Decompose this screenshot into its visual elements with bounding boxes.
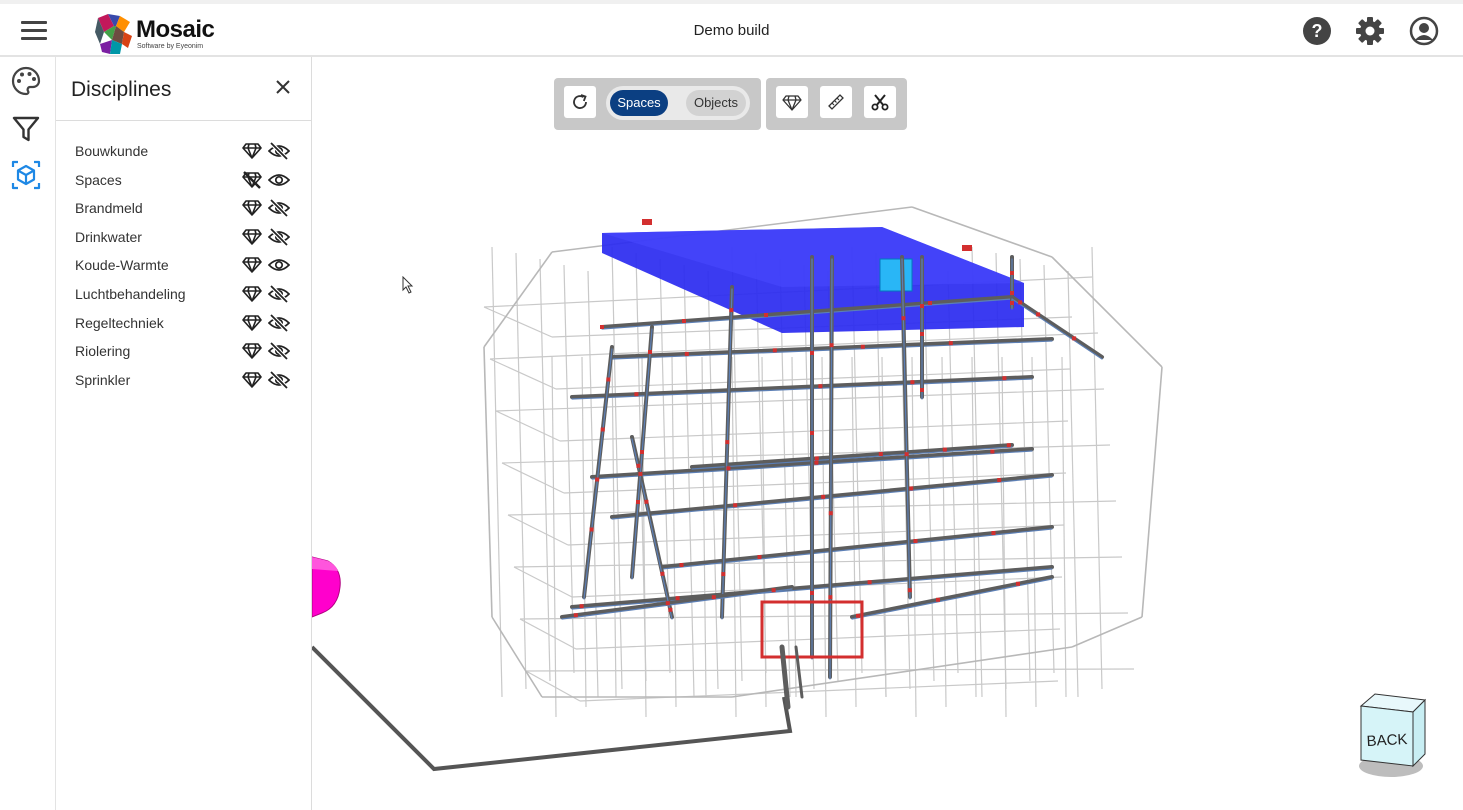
account-icon[interactable] (1409, 16, 1439, 46)
building-3d-model[interactable] (312, 57, 1463, 810)
cube-disciplines-icon[interactable] (10, 159, 42, 191)
discipline-row: Spaces (56, 166, 311, 195)
panel-header: Disciplines (56, 57, 311, 121)
discipline-row: Regeltechniek (56, 309, 311, 338)
discipline-label: Sprinkler (75, 371, 131, 388)
hamburger-menu-icon[interactable] (19, 18, 49, 44)
discipline-row: Luchtbehandeling (56, 280, 311, 309)
close-icon[interactable] (275, 79, 291, 95)
gem-icon[interactable] (242, 199, 262, 217)
logo-wordmark: Mosaic (136, 16, 215, 43)
eye-off-icon[interactable] (267, 341, 291, 361)
discipline-label: Luchtbehandeling (75, 285, 186, 302)
discipline-label: Riolering (75, 343, 131, 360)
top-bar: Mosaic Software by Eyeonim Demo build ? (0, 0, 1463, 57)
gem-off-icon[interactable] (242, 170, 262, 189)
eye-off-icon[interactable] (267, 198, 291, 218)
discipline-label: Regeltechniek (75, 314, 164, 331)
panel-title: Disciplines (71, 78, 172, 101)
eye-off-icon[interactable] (267, 284, 291, 304)
discipline-row: Drinkwater (56, 223, 311, 252)
gem-icon[interactable] (242, 314, 262, 332)
model-viewport[interactable]: Spaces Objects BACK (312, 57, 1463, 810)
filter-icon[interactable] (10, 113, 42, 145)
help-icon[interactable]: ? (1302, 16, 1332, 46)
discipline-row: Sprinkler (56, 366, 311, 395)
navcube-face-label: BACK (1366, 731, 1408, 750)
gem-icon[interactable] (242, 285, 262, 303)
discipline-label: Spaces (75, 171, 122, 188)
gem-icon[interactable] (242, 256, 262, 274)
eye-off-icon[interactable] (267, 141, 291, 161)
disciplines-panel: Disciplines Bouwkunde Spaces Brandmeld Drin… (56, 57, 312, 810)
mosaic-logo[interactable]: Mosaic Software by Eyeonim (94, 12, 234, 56)
logo-tagline: Software by Eyeonim (137, 43, 204, 50)
eye-off-icon[interactable] (267, 313, 291, 332)
eye-icon[interactable] (267, 256, 291, 274)
discipline-label: Bouwkunde (75, 143, 149, 159)
discipline-label: Brandmeld (75, 200, 143, 217)
svg-text:?: ? (1312, 21, 1323, 41)
discipline-row: Koude-Warmte (56, 251, 311, 280)
discipline-row: Riolering (56, 337, 311, 366)
gem-icon[interactable] (242, 371, 262, 389)
settings-gear-icon[interactable] (1355, 16, 1385, 46)
discipline-label: Koude-Warmte (75, 257, 169, 274)
eye-icon[interactable] (267, 171, 291, 189)
discipline-row: Brandmeld (56, 194, 311, 223)
navigation-cube[interactable]: BACK (1355, 690, 1429, 782)
palette-icon[interactable] (10, 65, 42, 97)
gem-icon[interactable] (242, 142, 262, 160)
discipline-row: Bouwkunde (56, 137, 311, 166)
discipline-label: Drinkwater (75, 228, 142, 245)
gem-icon[interactable] (242, 342, 262, 360)
mosaic-logo-mark-icon (95, 14, 132, 54)
left-tool-rail (0, 57, 56, 810)
eye-off-icon[interactable] (267, 227, 291, 247)
eye-off-icon[interactable] (267, 370, 291, 390)
gem-icon[interactable] (242, 228, 262, 246)
discipline-list: Bouwkunde Spaces Brandmeld Drinkwater Koude-… (56, 137, 311, 394)
